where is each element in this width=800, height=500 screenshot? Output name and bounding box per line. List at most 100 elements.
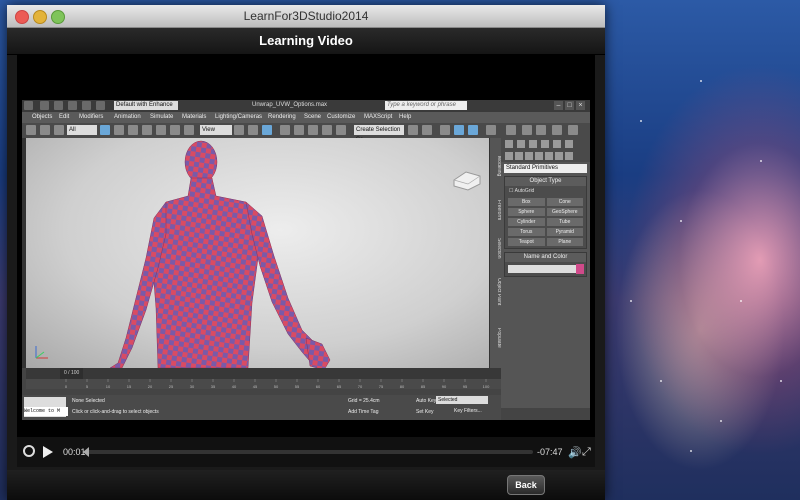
undo-icon xyxy=(82,101,91,110)
viewport xyxy=(26,138,489,368)
object-type-title: Object Type xyxy=(505,177,586,186)
video-frame: Default with Enhance Unwrap_UVW_Options.… xyxy=(22,100,590,420)
remaining-time: -07:47 xyxy=(537,447,563,457)
close-icon: × xyxy=(576,101,585,110)
footer-bar: Back xyxy=(7,470,605,500)
play-button[interactable] xyxy=(43,446,53,458)
replay-icon[interactable] xyxy=(23,445,35,457)
redo-icon xyxy=(96,101,105,110)
keyboard-shortcut-icon xyxy=(262,125,272,135)
lights-icon xyxy=(525,152,533,160)
plane-button: Plane xyxy=(546,238,583,246)
menu-customize: Customize xyxy=(327,114,356,120)
track-tick-label: 70 xyxy=(358,384,363,389)
player-controls: 00:01 -07:47 🔊 ⤢ xyxy=(17,437,595,467)
teapot-button: Teapot xyxy=(508,238,545,246)
time-slider: 0 / 100 xyxy=(26,368,501,379)
spinner-snap-icon xyxy=(322,125,332,135)
axis-gizmo-icon xyxy=(35,346,48,359)
cylinder-button: Cylinder xyxy=(508,218,545,226)
motion-tab-icon xyxy=(541,140,549,148)
create-tab-icon xyxy=(505,140,513,148)
selection-set-select: Create Selection Se xyxy=(354,125,404,143)
utilities-tab-icon xyxy=(565,140,573,148)
helpers-icon xyxy=(545,152,553,160)
max-filename: Unwrap_UVW_Options.max xyxy=(252,102,328,108)
percent-snap-icon xyxy=(308,125,318,135)
pyramid-button: Pyramid xyxy=(546,228,583,236)
layer-icon xyxy=(440,125,450,135)
box-button: Box xyxy=(508,198,545,206)
back-button[interactable]: Back xyxy=(507,475,545,495)
spacewarps-icon xyxy=(555,152,563,160)
track-tick-label: 75 xyxy=(379,384,384,389)
primitive-type-select: Standard Primitives xyxy=(504,164,587,173)
page-title: Learning Video xyxy=(7,28,605,55)
menu-help: Help xyxy=(399,114,412,120)
filter-select: All xyxy=(67,125,97,135)
menu-lighting: Lighting/Cameras xyxy=(215,114,263,120)
autogrid-label: AutoGrid xyxy=(514,188,535,194)
track-tick-label: 100 xyxy=(483,384,490,389)
select-by-name-icon xyxy=(114,125,124,135)
pivot-icon xyxy=(234,125,244,135)
schematic-icon xyxy=(486,125,496,135)
selection-status: None Selected xyxy=(72,398,105,404)
add-time-tag: Add Time Tag xyxy=(348,409,379,415)
region-icon xyxy=(128,125,138,135)
torus-button: Torus xyxy=(508,228,545,236)
track-tick-label: 35 xyxy=(211,384,216,389)
select-manipulate-icon xyxy=(248,125,258,135)
menu-rendering: Rendering xyxy=(268,114,296,120)
track-tick-label: 20 xyxy=(148,384,153,389)
search-input: Type a keyword or phrase xyxy=(385,101,467,110)
progress-track[interactable] xyxy=(87,450,533,454)
maxscript-listener: Welcome to M xyxy=(24,407,68,416)
prompt-line: Click or click-and-drag to select object… xyxy=(72,409,159,415)
workspace-select: Default with Enhance xyxy=(114,101,178,110)
track-tick-label: 25 xyxy=(169,384,174,389)
save-icon xyxy=(68,101,77,110)
max-menu-bar: Objects Edit Modifiers Animation Simulat… xyxy=(22,112,590,123)
curve-editor-icon xyxy=(468,125,478,135)
view-select: View xyxy=(200,125,232,135)
window-crossing-icon xyxy=(142,125,152,135)
shapes-icon xyxy=(515,152,523,160)
max-title-bar: Default with Enhance Unwrap_UVW_Options.… xyxy=(22,100,590,112)
status-bar: Welcome to M None Selected Click or clic… xyxy=(22,395,501,420)
video-player[interactable]: Default with Enhance Unwrap_UVW_Options.… xyxy=(17,55,595,467)
material-editor-icon xyxy=(506,125,516,135)
track-tick-label: 15 xyxy=(127,384,132,389)
track-bar: 0 5 10 15 20 25 30 35 40 45 50 55 60 65 70 75 80 85 90 95 10… xyxy=(26,379,501,389)
track-tick-label: 55 xyxy=(295,384,300,389)
track-tick-label: 60 xyxy=(316,384,321,389)
track-tick-label: 80 xyxy=(400,384,405,389)
track-tick-label: 95 xyxy=(463,384,468,389)
restore-icon: □ xyxy=(565,101,574,110)
track-tick-label: 65 xyxy=(337,384,342,389)
create-category-icons xyxy=(501,150,590,162)
auto-key-button: Auto Key xyxy=(416,398,437,404)
menu-scene: Scene xyxy=(304,114,322,120)
geometry-icon xyxy=(505,152,513,160)
track-tick-label: 10 xyxy=(106,384,111,389)
graphite-icon xyxy=(454,125,464,135)
name-color-title: Name and Color xyxy=(505,253,586,262)
track-ticks: 0 5 10 15 20 25 30 35 40 45 50 55 60 65 70 75 80 85 90 95 10… xyxy=(65,379,490,389)
progress-knob[interactable] xyxy=(83,447,89,457)
track-tick-label: 30 xyxy=(190,384,195,389)
mirror-icon xyxy=(408,125,418,135)
geosphere-button: GeoSphere xyxy=(546,208,583,216)
volume-icon[interactable]: 🔊 xyxy=(568,446,582,459)
command-panel: Standard Primitives Object Type ☐ AutoGr… xyxy=(501,138,590,408)
track-tick-label: 0 xyxy=(65,384,68,389)
fullscreen-icon[interactable]: ⤢ xyxy=(582,446,591,459)
track-tick-label: 5 xyxy=(86,384,89,389)
tube-button: Tube xyxy=(546,218,583,226)
hierarchy-tab-icon xyxy=(529,140,537,148)
minimize-icon: – xyxy=(554,101,563,110)
menu-objects: Objects xyxy=(32,114,53,120)
key-filters-button: Key Filters... xyxy=(454,408,482,414)
cameras-icon xyxy=(535,152,543,160)
rendered-frame-icon xyxy=(536,125,546,135)
